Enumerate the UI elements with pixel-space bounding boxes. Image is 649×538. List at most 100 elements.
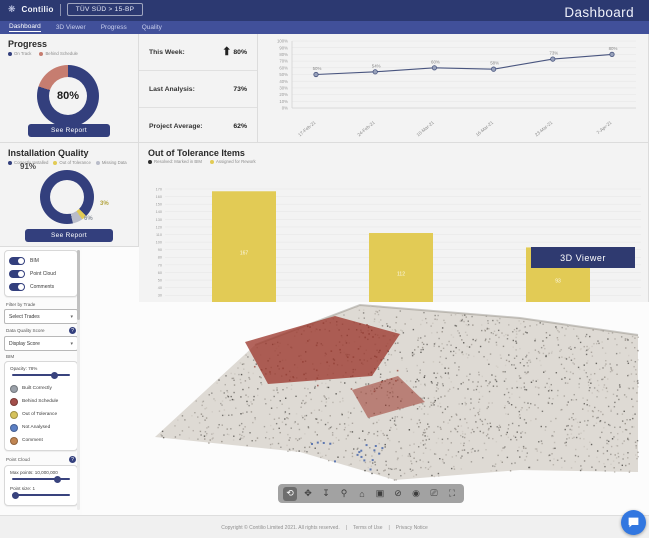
footer-divider: | (346, 525, 347, 531)
progress-card: Progress On Track Behind Schedule 80% Se… (0, 34, 139, 143)
project-breadcrumb[interactable]: TÜV SÜD > 15-BP (67, 3, 144, 16)
on-track-dot (8, 52, 12, 56)
comments-toggle[interactable] (9, 283, 25, 291)
svg-text:70%: 70% (279, 59, 288, 64)
progress-legend: On Track Behind Schedule (8, 51, 138, 56)
fit-view-icon[interactable]: ▣ (373, 487, 387, 501)
viewer-banner: 3D Viewer (531, 247, 635, 268)
footer-divider: | (388, 525, 389, 531)
data-quality-score-label: Data Quality Score ? (6, 327, 76, 334)
nav-bar: Dashboard 3D Viewer Progress Quality (0, 21, 649, 34)
quality-see-report-button[interactable]: See Report (25, 229, 113, 242)
svg-text:130: 130 (156, 218, 162, 222)
copyright-text: Copyright © Contilio Limited 2021. All r… (221, 525, 339, 531)
chevron-down-icon: ▾ (70, 341, 73, 347)
layer-toggle-card: BIM Point Cloud Comments (4, 250, 78, 297)
svg-text:54%: 54% (372, 63, 381, 68)
chat-widget-button[interactable] (621, 510, 646, 535)
out-of-tolerance-dot (53, 161, 57, 165)
svg-text:80: 80 (158, 256, 162, 260)
svg-text:10-Mar-21: 10-Mar-21 (416, 120, 436, 138)
display-score-select[interactable]: Display Score▾ (4, 336, 78, 351)
svg-text:60: 60 (158, 271, 162, 275)
svg-text:50%: 50% (279, 72, 288, 77)
comments-toggle-row: Comments (9, 280, 73, 293)
progress-title: Progress (8, 39, 138, 49)
svg-text:73%: 73% (549, 51, 558, 56)
out-of-tolerance-swatch (10, 411, 18, 419)
point-size-slider[interactable] (12, 494, 70, 496)
svg-text:150: 150 (156, 203, 162, 207)
svg-text:160: 160 (156, 195, 162, 199)
footer: Copyright © Contilio Limited 2021. All r… (0, 515, 649, 538)
nav-quality[interactable]: Quality (142, 24, 162, 31)
panel-scrollbar-thumb[interactable] (77, 250, 80, 320)
svg-text:90%: 90% (279, 45, 288, 50)
contilio-logo-icon: ❋ (8, 4, 16, 15)
svg-text:170: 170 (156, 187, 162, 191)
behind-schedule-swatch (10, 398, 18, 406)
trade-filter-select[interactable]: Select Trades▾ (4, 309, 78, 324)
point-size-label: Point size: 1 (10, 486, 72, 491)
point-cloud-toggle[interactable] (9, 270, 25, 278)
progress-see-report-button[interactable]: See Report (28, 124, 110, 137)
bim-settings-card: Opacity: 78% Built Correctly Behind Sche… (4, 361, 78, 451)
svg-text:40%: 40% (279, 79, 288, 84)
zoom-down-icon[interactable]: ↧ (319, 487, 333, 501)
orbit-icon[interactable]: ⟲ (283, 487, 297, 501)
svg-text:40: 40 (158, 286, 162, 290)
stats-card: This Week: ⬆80% Last Analysis: 73% Proje… (139, 34, 258, 143)
point-size-slider-knob[interactable] (12, 492, 19, 499)
filter-by-trade-label: Filter by Trade (6, 302, 76, 307)
home-icon[interactable]: ⌂ (355, 487, 369, 501)
svg-text:110: 110 (156, 233, 162, 237)
nav-3d-viewer[interactable]: 3D Viewer (56, 24, 86, 31)
opacity-label: Opacity: 78% (10, 366, 72, 371)
svg-text:80%: 80% (279, 52, 288, 57)
walk-icon[interactable]: ⚲ (337, 487, 351, 501)
bim-section-label: BIM (6, 354, 76, 359)
nav-progress[interactable]: Progress (101, 24, 127, 31)
svg-text:120: 120 (156, 225, 162, 229)
nav-dashboard[interactable]: Dashboard (9, 23, 41, 32)
trend-up-icon: ⬆ (222, 47, 231, 57)
help-icon[interactable]: ? (69, 327, 76, 334)
terms-of-use-link[interactable]: Terms of Use (353, 525, 382, 531)
resolved-dot (148, 160, 152, 164)
svg-text:90: 90 (158, 248, 162, 252)
max-points-slider[interactable] (12, 478, 70, 480)
opacity-slider[interactable] (12, 374, 70, 376)
svg-text:140: 140 (156, 210, 162, 214)
screenshot-icon[interactable]: ⎚ (427, 487, 441, 501)
fullscreen-icon[interactable]: ⛶ (445, 487, 459, 501)
installation-quality-card: Installation Quality Correctly Installed… (0, 143, 139, 247)
progress-donut-chart: 80% (37, 65, 99, 127)
point-cloud-render (82, 302, 649, 512)
assigned-rework-dot (210, 160, 214, 164)
svg-text:7-Apr-21: 7-Apr-21 (596, 120, 613, 136)
svg-text:50: 50 (158, 278, 162, 282)
svg-text:50%: 50% (313, 66, 322, 71)
svg-text:30: 30 (158, 294, 162, 298)
svg-text:17-Feb-21: 17-Feb-21 (297, 120, 317, 138)
opacity-slider-knob[interactable] (51, 372, 58, 379)
show-icon[interactable]: ◉ (409, 487, 423, 501)
behind-schedule-dot (39, 52, 43, 56)
built-correctly-swatch (10, 385, 18, 393)
svg-text:80%: 80% (609, 46, 618, 51)
privacy-notice-link[interactable]: Privacy Notice (396, 525, 428, 531)
viewer-toolbar: ⟲ ✥ ↧ ⚲ ⌂ ▣ ⊘ ◉ ⎚ ⛶ (278, 484, 464, 503)
chevron-down-icon: ▾ (70, 314, 73, 320)
svg-text:167: 167 (240, 251, 249, 257)
header-divider (60, 4, 61, 16)
svg-text:100: 100 (156, 241, 162, 245)
hide-icon[interactable]: ⊘ (391, 487, 405, 501)
stat-row-project-average: Project Average: 62% (139, 108, 257, 144)
not-analysed-swatch (10, 424, 18, 432)
pan-icon[interactable]: ✥ (301, 487, 315, 501)
svg-text:60%: 60% (279, 65, 288, 70)
bim-toggle[interactable] (9, 257, 25, 265)
brand-name: Contilio (22, 5, 54, 14)
help-icon[interactable]: ? (69, 456, 76, 463)
max-points-slider-knob[interactable] (54, 476, 61, 483)
